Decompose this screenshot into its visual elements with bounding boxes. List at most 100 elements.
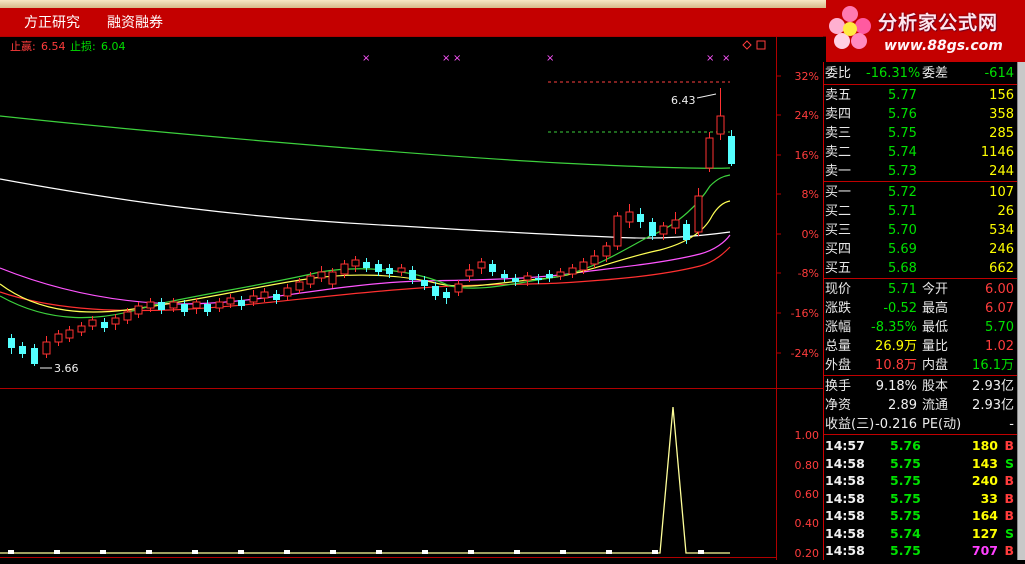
candle-body[interactable]	[260, 291, 269, 299]
stat-value: 1.02	[985, 339, 1014, 354]
candle-body[interactable]	[397, 267, 406, 273]
bid-level-row[interactable]: 买四 5.69 246	[824, 240, 1018, 259]
candle-body[interactable]	[443, 292, 450, 298]
candle-body[interactable]	[8, 338, 15, 348]
candle-body[interactable]	[328, 271, 337, 285]
take-profit-label: 止赢:	[10, 39, 36, 53]
ask-level-row[interactable]: 卖四 5.76 358	[824, 105, 1018, 124]
candle-body[interactable]	[501, 274, 508, 278]
indicator-dot	[514, 550, 520, 554]
candle-body[interactable]	[625, 211, 634, 223]
candle-body[interactable]	[465, 269, 474, 277]
tick-row[interactable]: 14:58 5.75 164 B	[824, 506, 1018, 525]
menu-item-margin-trading[interactable]: 融资融券	[107, 12, 163, 32]
candle-body[interactable]	[295, 281, 304, 291]
logo-url: www.88gs.com	[884, 38, 1003, 54]
candle-body[interactable]	[169, 301, 178, 309]
candle-body[interactable]	[523, 275, 532, 281]
candle-body[interactable]	[238, 300, 245, 306]
tick-row[interactable]: 14:57 5.76 180 B	[824, 436, 1018, 455]
ask-level-row[interactable]: 卖一 5.73 244	[824, 162, 1018, 181]
candle-body[interactable]	[101, 322, 108, 328]
candle-body[interactable]	[579, 261, 588, 271]
candle-body[interactable]	[123, 311, 132, 321]
stat-value: 2.93亿	[972, 398, 1014, 413]
candle-body[interactable]	[54, 333, 63, 343]
kline-chart[interactable]: 止赢: 6.54 止损: 6.04 × × × × × × 32% 24% 16% 8%…	[0, 36, 823, 560]
candle-body[interactable]	[88, 319, 97, 327]
level-label: 买三	[825, 223, 852, 238]
candle-body[interactable]	[363, 262, 370, 268]
candle-body[interactable]	[283, 287, 292, 297]
candle-body[interactable]	[590, 255, 599, 265]
tick-row[interactable]: 14:58 5.74 127 S	[824, 524, 1018, 543]
candle-body[interactable]	[181, 304, 188, 312]
candle-body[interactable]	[613, 215, 622, 247]
candle-body[interactable]	[409, 270, 416, 280]
candle-body[interactable]	[454, 283, 463, 293]
candle-body[interactable]	[694, 195, 703, 233]
candle-body[interactable]	[77, 325, 86, 333]
fundamentals-row: 收益(三) -0.216 PE(动) -	[824, 415, 1018, 434]
candle-body[interactable]	[535, 278, 542, 280]
candle-body[interactable]	[215, 301, 224, 309]
candle-body[interactable]	[659, 225, 668, 235]
candle-body[interactable]	[432, 286, 439, 296]
ask-level-row[interactable]: 卖三 5.75 285	[824, 124, 1018, 143]
candle-body[interactable]	[375, 264, 382, 272]
candle-body[interactable]	[477, 261, 486, 269]
candle-body[interactable]	[568, 267, 577, 275]
candle-body[interactable]	[340, 263, 349, 275]
candle-body[interactable]	[158, 302, 165, 310]
candle-body[interactable]	[489, 264, 496, 272]
stats-row: 现价 5.71 今开 6.00	[824, 280, 1018, 299]
candle-body[interactable]	[728, 136, 735, 164]
candle-body[interactable]	[683, 224, 690, 240]
stat-value: 2.93亿	[972, 379, 1014, 394]
candle-body[interactable]	[421, 280, 428, 286]
bid-level-row[interactable]: 买二 5.71 26	[824, 202, 1018, 221]
candle-body[interactable]	[556, 271, 565, 277]
candle-body[interactable]	[249, 295, 258, 303]
level-volume: 1146	[980, 145, 1014, 160]
menu-item-research[interactable]: 方正研究	[24, 12, 80, 32]
bid-level-row[interactable]: 买三 5.70 534	[824, 221, 1018, 240]
candle-body[interactable]	[65, 329, 74, 339]
candle-body[interactable]	[19, 346, 26, 354]
candle-body[interactable]	[306, 275, 315, 285]
candle-body[interactable]	[42, 341, 51, 355]
candle-body[interactable]	[134, 305, 143, 315]
ask-level-row[interactable]: 卖五 5.77 156	[824, 86, 1018, 105]
candle-body[interactable]	[351, 259, 360, 267]
candle-body[interactable]	[386, 268, 393, 274]
tick-side: B	[1004, 543, 1014, 558]
tick-row[interactable]: 14:58 5.75 240 B	[824, 471, 1018, 490]
candle-body[interactable]	[705, 137, 714, 169]
tick-row[interactable]: 14:58 5.75 33 B	[824, 489, 1018, 508]
stat-label: 换手	[825, 379, 852, 394]
candle-body[interactable]	[273, 294, 280, 300]
candle-body[interactable]	[226, 297, 235, 305]
candle-body[interactable]	[204, 304, 211, 312]
bid-level-row[interactable]: 买一 5.72 107	[824, 183, 1018, 202]
candle-body[interactable]	[671, 219, 680, 229]
bid-level-row[interactable]: 买五 5.68 662	[824, 259, 1018, 278]
candle-body[interactable]	[192, 301, 201, 309]
svg-text:0.40: 0.40	[795, 517, 820, 530]
stats-row: 外盘 10.8万 内盘 16.1万	[824, 356, 1018, 375]
candle-body[interactable]	[716, 115, 725, 135]
tick-row[interactable]: 14:58 5.75 707 B	[824, 541, 1018, 560]
side-toolbar[interactable]	[1017, 62, 1025, 560]
candle-body[interactable]	[146, 301, 155, 309]
ask-level-row[interactable]: 卖二 5.74 1146	[824, 143, 1018, 162]
candle-body[interactable]	[637, 214, 644, 222]
candle-body[interactable]	[649, 222, 656, 236]
candle-body[interactable]	[31, 348, 38, 364]
tick-row[interactable]: 14:58 5.75 143 S	[824, 454, 1018, 473]
candle-body[interactable]	[317, 271, 326, 279]
candle-body[interactable]	[602, 245, 611, 257]
candle-body[interactable]	[512, 278, 519, 282]
candle-body[interactable]	[111, 317, 120, 325]
kline-chart-panel[interactable]: 止赢: 6.54 止损: 6.04 × × × × × × 32% 24% 16% 8%…	[0, 36, 823, 560]
candle-body[interactable]	[546, 274, 553, 278]
